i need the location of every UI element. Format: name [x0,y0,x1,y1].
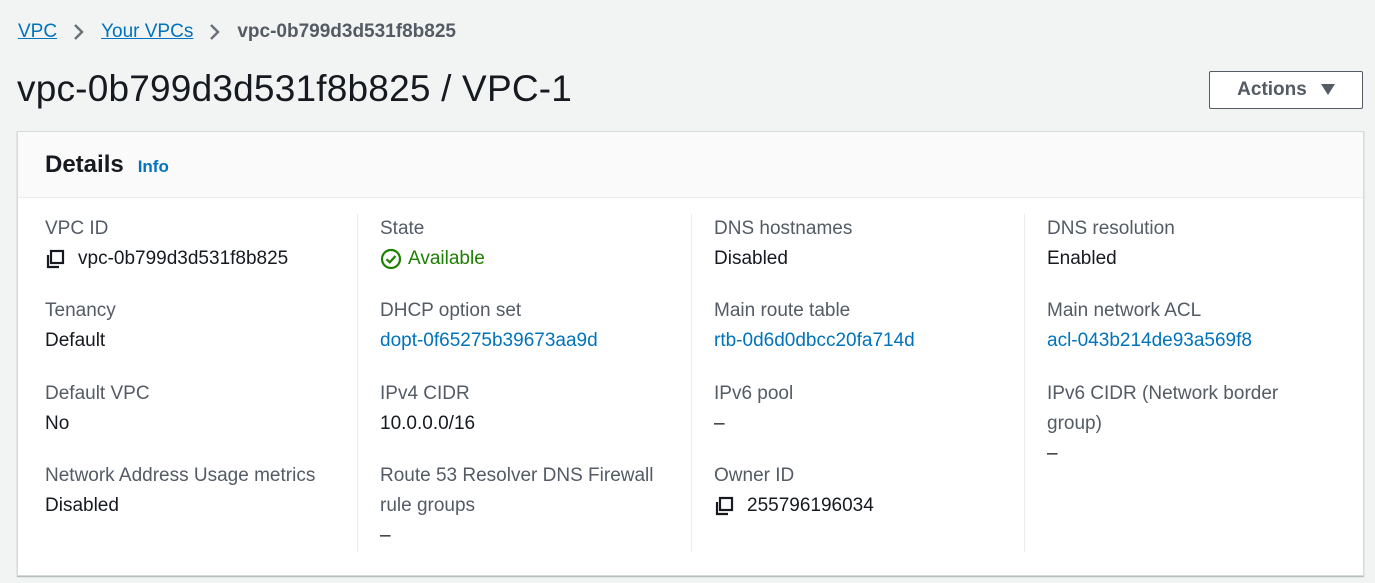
details-column-1: VPC ID vpc-0b799d3d531f8b825 Tenancy Def… [45,214,345,552]
field-label: Owner ID [714,465,795,486]
field-value: Available [380,244,680,274]
field-value: – [380,525,391,546]
field-label: Main network ACL [1047,300,1202,321]
field-label: DNS resolution [1047,218,1175,239]
field-value: – [1047,443,1058,464]
owner-id-value: 255796196034 [747,495,874,516]
field-label: Tenancy [45,300,116,321]
dhcp-option-set-link[interactable]: dopt-0f65275b39673aa9d [380,326,680,356]
field-label-line-2: rule groups [380,495,476,516]
column-divider [1024,214,1025,552]
field-label: VPC ID [45,218,109,239]
field-label: Default VPC [45,383,150,404]
actions-button[interactable]: Actions [1209,71,1363,109]
state-value: Available [408,248,485,269]
copy-icon[interactable] [714,496,734,516]
field-value: No [45,413,70,434]
field-nau-metrics: Network Address Usage metrics Disabled [45,461,345,521]
field-label: Main route table [714,300,851,321]
check-circle-icon [380,248,402,270]
details-title: Details [45,150,124,178]
details-header: Details Info [18,132,1363,198]
field-label: State [380,218,425,239]
field-dns-resolution: DNS resolution Enabled [1047,214,1347,274]
field-dhcp-option-set: DHCP option set dopt-0f65275b39673aa9d [380,296,680,356]
vpc-id-value: vpc-0b799d3d531f8b825 [78,248,289,269]
field-label: IPv6 pool [714,383,794,404]
field-route53-firewall: Route 53 Resolver DNS Firewall rule grou… [380,461,680,551]
field-value: 255796196034 [714,491,1014,521]
field-value: Disabled [45,495,119,516]
field-ipv6-pool: IPv6 pool – [714,379,1014,439]
field-state: State Available [380,214,680,274]
breadcrumb-your-vpcs[interactable]: Your VPCs [101,21,193,43]
field-label: DNS hostnames [714,218,853,239]
field-value: Disabled [714,248,788,269]
field-ipv4-cidr: IPv4 CIDR 10.0.0.0/16 [380,379,680,439]
field-owner-id: Owner ID 255796196034 [714,461,1014,521]
breadcrumb: VPC Your VPCs vpc-0b799d3d531f8b825 [18,20,456,44]
page-title: vpc-0b799d3d531f8b825 / VPC-1 [17,68,573,109]
caret-down-icon [1320,79,1335,101]
field-main-network-acl: Main network ACL acl-043b214de93a569f8 [1047,296,1347,356]
chevron-right-icon [193,20,237,44]
column-divider [357,214,358,552]
breadcrumb-current: vpc-0b799d3d531f8b825 [237,21,456,42]
main-network-acl-link[interactable]: acl-043b214de93a569f8 [1047,326,1347,356]
info-link[interactable]: Info [138,157,169,177]
field-dns-hostnames: DNS hostnames Disabled [714,214,1014,274]
field-value: – [714,413,725,434]
field-ipv6-cidr: IPv6 CIDR (Network border group) – [1047,379,1347,469]
details-column-3: DNS hostnames Disabled Main route table … [714,214,1014,552]
field-default-vpc: Default VPC No [45,379,345,439]
main-route-table-link[interactable]: rtb-0d6d0dbcc20fa714d [714,326,1014,356]
field-label-line-1: IPv6 CIDR (Network border [1047,383,1279,404]
details-column-4: DNS resolution Enabled Main network ACL … [1047,214,1347,552]
field-label: IPv4 CIDR [380,383,470,404]
field-value: 10.0.0.0/16 [380,413,476,434]
field-label: Network Address Usage metrics [45,465,316,486]
field-label-line-1: Route 53 Resolver DNS Firewall [380,465,654,486]
column-divider [691,214,692,552]
field-value: Enabled [1047,248,1117,269]
field-value: vpc-0b799d3d531f8b825 [45,244,345,274]
details-column-2: State Available DHCP option set dopt-0f6… [380,214,680,552]
field-vpc-id: VPC ID vpc-0b799d3d531f8b825 [45,214,345,274]
copy-icon[interactable] [45,249,65,269]
actions-button-label: Actions [1237,79,1307,100]
chevron-right-icon [57,20,101,44]
breadcrumb-vpc[interactable]: VPC [18,21,57,43]
field-tenancy: Tenancy Default [45,296,345,356]
field-label-line-2: group) [1047,413,1102,434]
field-value: Default [45,330,106,351]
details-panel: Details Info VPC ID vpc-0b799d3d531f8b82… [17,131,1364,576]
field-main-route-table: Main route table rtb-0d6d0dbcc20fa714d [714,296,1014,356]
details-columns: VPC ID vpc-0b799d3d531f8b825 Tenancy Def… [18,198,1363,575]
field-label: DHCP option set [380,300,522,321]
